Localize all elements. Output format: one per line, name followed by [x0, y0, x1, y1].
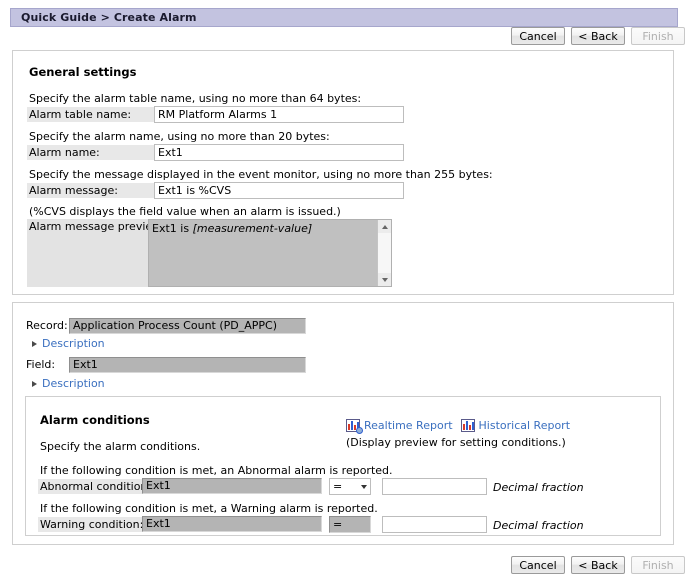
bar-chart-gear-icon — [346, 419, 363, 434]
record-label: Record: — [26, 319, 68, 332]
gear-icon — [356, 427, 363, 434]
record-value: Application Process Count (PD_APPC) — [69, 318, 306, 334]
alarm-conditions-panel: Alarm conditions Realtime Report Histori… — [25, 396, 661, 536]
warning-threshold-input[interactable] — [382, 516, 487, 533]
alarm-conditions-instruction: Specify the alarm conditions. — [40, 440, 201, 453]
warning-condition-field: Ext1 — [142, 516, 322, 532]
wizard-buttons-bottom: Cancel < Back Finish — [511, 556, 685, 574]
realtime-report-link[interactable]: Realtime Report — [364, 419, 453, 432]
bar-chart-icon — [460, 419, 475, 432]
alarm-message-preview-text: Ext1 is [measurement-value] — [152, 222, 312, 235]
alarm-message-preview: Alarm message preview: Ext1 is [measurem… — [27, 219, 392, 287]
wizard-buttons-top: Cancel < Back Finish — [511, 27, 685, 45]
alarm-message-hint: Specify the message displayed in the eve… — [29, 168, 493, 181]
alarm-conditions-title: Alarm conditions — [40, 413, 150, 427]
warning-operator-value: = — [333, 518, 343, 531]
preview-placeholder: [measurement-value] — [192, 222, 313, 235]
general-settings-panel: General settings Specify the alarm table… — [12, 50, 674, 295]
triangle-up-icon — [381, 224, 388, 229]
historical-report-link[interactable]: Historical Report — [479, 419, 571, 432]
preview-prefix: Ext1 is — [152, 222, 193, 235]
alarm-table-name-input[interactable] — [154, 106, 404, 123]
finish-button-top: Finish — [631, 27, 685, 45]
warning-condition-hint: If the following condition is met, a War… — [40, 502, 378, 515]
abnormal-unit-label: Decimal fraction — [493, 481, 584, 494]
alarm-message-preview-label: Alarm message preview: — [27, 219, 164, 287]
alarm-name-input[interactable] — [154, 144, 404, 161]
report-preview-note: (Display preview for setting conditions.… — [346, 436, 566, 449]
abnormal-operator-value: = — [333, 480, 343, 493]
scrollbar-track[interactable] — [378, 233, 391, 273]
finish-button-bottom: Finish — [631, 556, 685, 574]
alarm-message-input[interactable] — [154, 182, 404, 199]
alarm-message-label: Alarm message: — [27, 183, 154, 198]
alarm-message-preview-body: Ext1 is [measurement-value] — [148, 219, 392, 287]
triangle-right-icon — [32, 340, 37, 347]
wizard-titlebar: Quick Guide > Create Alarm — [10, 8, 678, 27]
scroll-up-button[interactable] — [378, 220, 391, 233]
record-description-link[interactable]: Description — [42, 337, 105, 350]
breadcrumb: Quick Guide > Create Alarm — [21, 11, 197, 24]
field-value: Ext1 — [69, 357, 306, 373]
cancel-button-top[interactable]: Cancel — [511, 27, 565, 45]
triangle-down-icon — [381, 277, 388, 282]
alarm-name-hint: Specify the alarm name, using no more th… — [29, 130, 330, 143]
back-button-top[interactable]: < Back — [571, 27, 625, 45]
warning-unit-label: Decimal fraction — [493, 519, 584, 532]
chevron-down-icon — [361, 484, 367, 489]
alarm-name-label: Alarm name: — [27, 145, 154, 160]
abnormal-condition-label: Abnormal condition: — [38, 479, 152, 494]
abnormal-condition-hint: If the following condition is met, an Ab… — [40, 464, 393, 477]
field-description-link[interactable]: Description — [42, 377, 105, 390]
general-settings-title: General settings — [29, 65, 137, 79]
cancel-button-bottom[interactable]: Cancel — [511, 556, 565, 574]
alarm-table-name-hint: Specify the alarm table name, using no m… — [29, 92, 362, 105]
preview-scrollbar[interactable] — [377, 220, 391, 286]
abnormal-condition-field: Ext1 — [142, 478, 322, 494]
abnormal-threshold-input[interactable] — [382, 478, 487, 495]
field-description-toggle[interactable]: Description — [32, 377, 105, 390]
warning-operator-select: = — [329, 516, 371, 533]
field-label: Field: — [26, 358, 56, 371]
triangle-right-icon — [32, 380, 37, 387]
alarm-table-name-label: Alarm table name: — [27, 107, 154, 122]
record-description-toggle[interactable]: Description — [32, 337, 105, 350]
scroll-down-button[interactable] — [378, 273, 391, 286]
alarm-message-note: (%CVS displays the field value when an a… — [29, 205, 341, 218]
report-links-group: Realtime Report Historical Report — [346, 419, 571, 434]
back-button-bottom[interactable]: < Back — [571, 556, 625, 574]
abnormal-operator-select[interactable]: = — [329, 478, 371, 495]
warning-condition-label: Warning condition: — [38, 517, 144, 532]
